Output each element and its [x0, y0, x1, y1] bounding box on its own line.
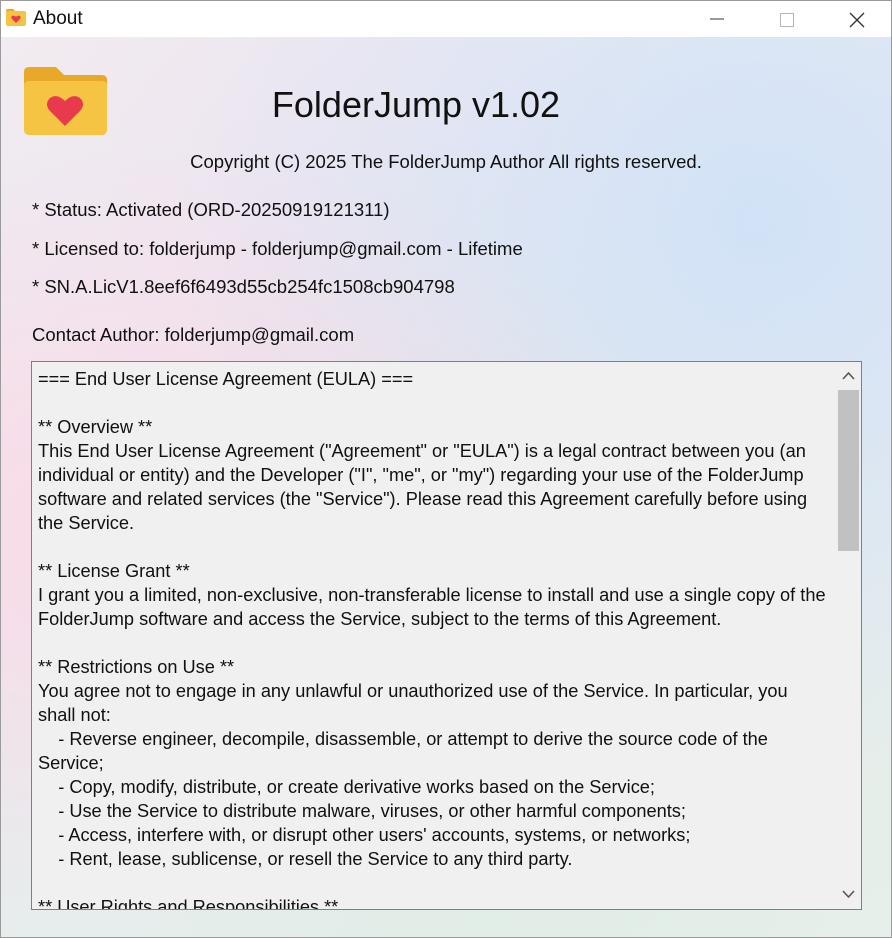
- serial-number-text: * SN.A.LicV1.8eef6f6493d55cb254fc1508cb9…: [32, 276, 455, 297]
- copyright-text: Copyright (C) 2025 The FolderJump Author…: [190, 151, 702, 172]
- chevron-down-icon: [842, 890, 855, 899]
- folder-heart-logo: [22, 66, 108, 136]
- app-title: FolderJump v1.02: [271, 84, 561, 125]
- folder-heart-icon: [6, 9, 26, 26]
- maximize-button[interactable]: [752, 1, 822, 37]
- scroll-thumb[interactable]: [838, 390, 859, 551]
- licensed-to-text: * Licensed to: folderjump - folderjump@g…: [32, 238, 523, 259]
- minimize-icon: [710, 18, 724, 20]
- eula-textbox[interactable]: === End User License Agreement (EULA) ==…: [31, 361, 862, 910]
- eula-text: === End User License Agreement (EULA) ==…: [38, 369, 826, 910]
- title-bar[interactable]: About: [1, 1, 891, 37]
- folder-heart-icon: [24, 67, 107, 135]
- close-button[interactable]: [822, 1, 891, 37]
- eula-scrollbar[interactable]: [836, 362, 861, 909]
- window-title: About: [33, 8, 83, 29]
- close-icon: [849, 12, 865, 28]
- scroll-down-button[interactable]: [836, 881, 861, 909]
- maximize-icon: [780, 13, 794, 27]
- minimize-button[interactable]: [682, 1, 752, 37]
- contact-author-text: Contact Author: folderjump@gmail.com: [32, 324, 355, 345]
- about-content: FolderJump v1.02 Copyright (C) 2025 The …: [1, 37, 891, 937]
- status-text: * Status: Activated (ORD-20250919121311): [32, 199, 390, 220]
- about-window: About FolderJump v1.02 Copyright (C) 202…: [0, 0, 892, 938]
- scroll-up-button[interactable]: [836, 362, 861, 390]
- chevron-up-icon: [842, 371, 855, 380]
